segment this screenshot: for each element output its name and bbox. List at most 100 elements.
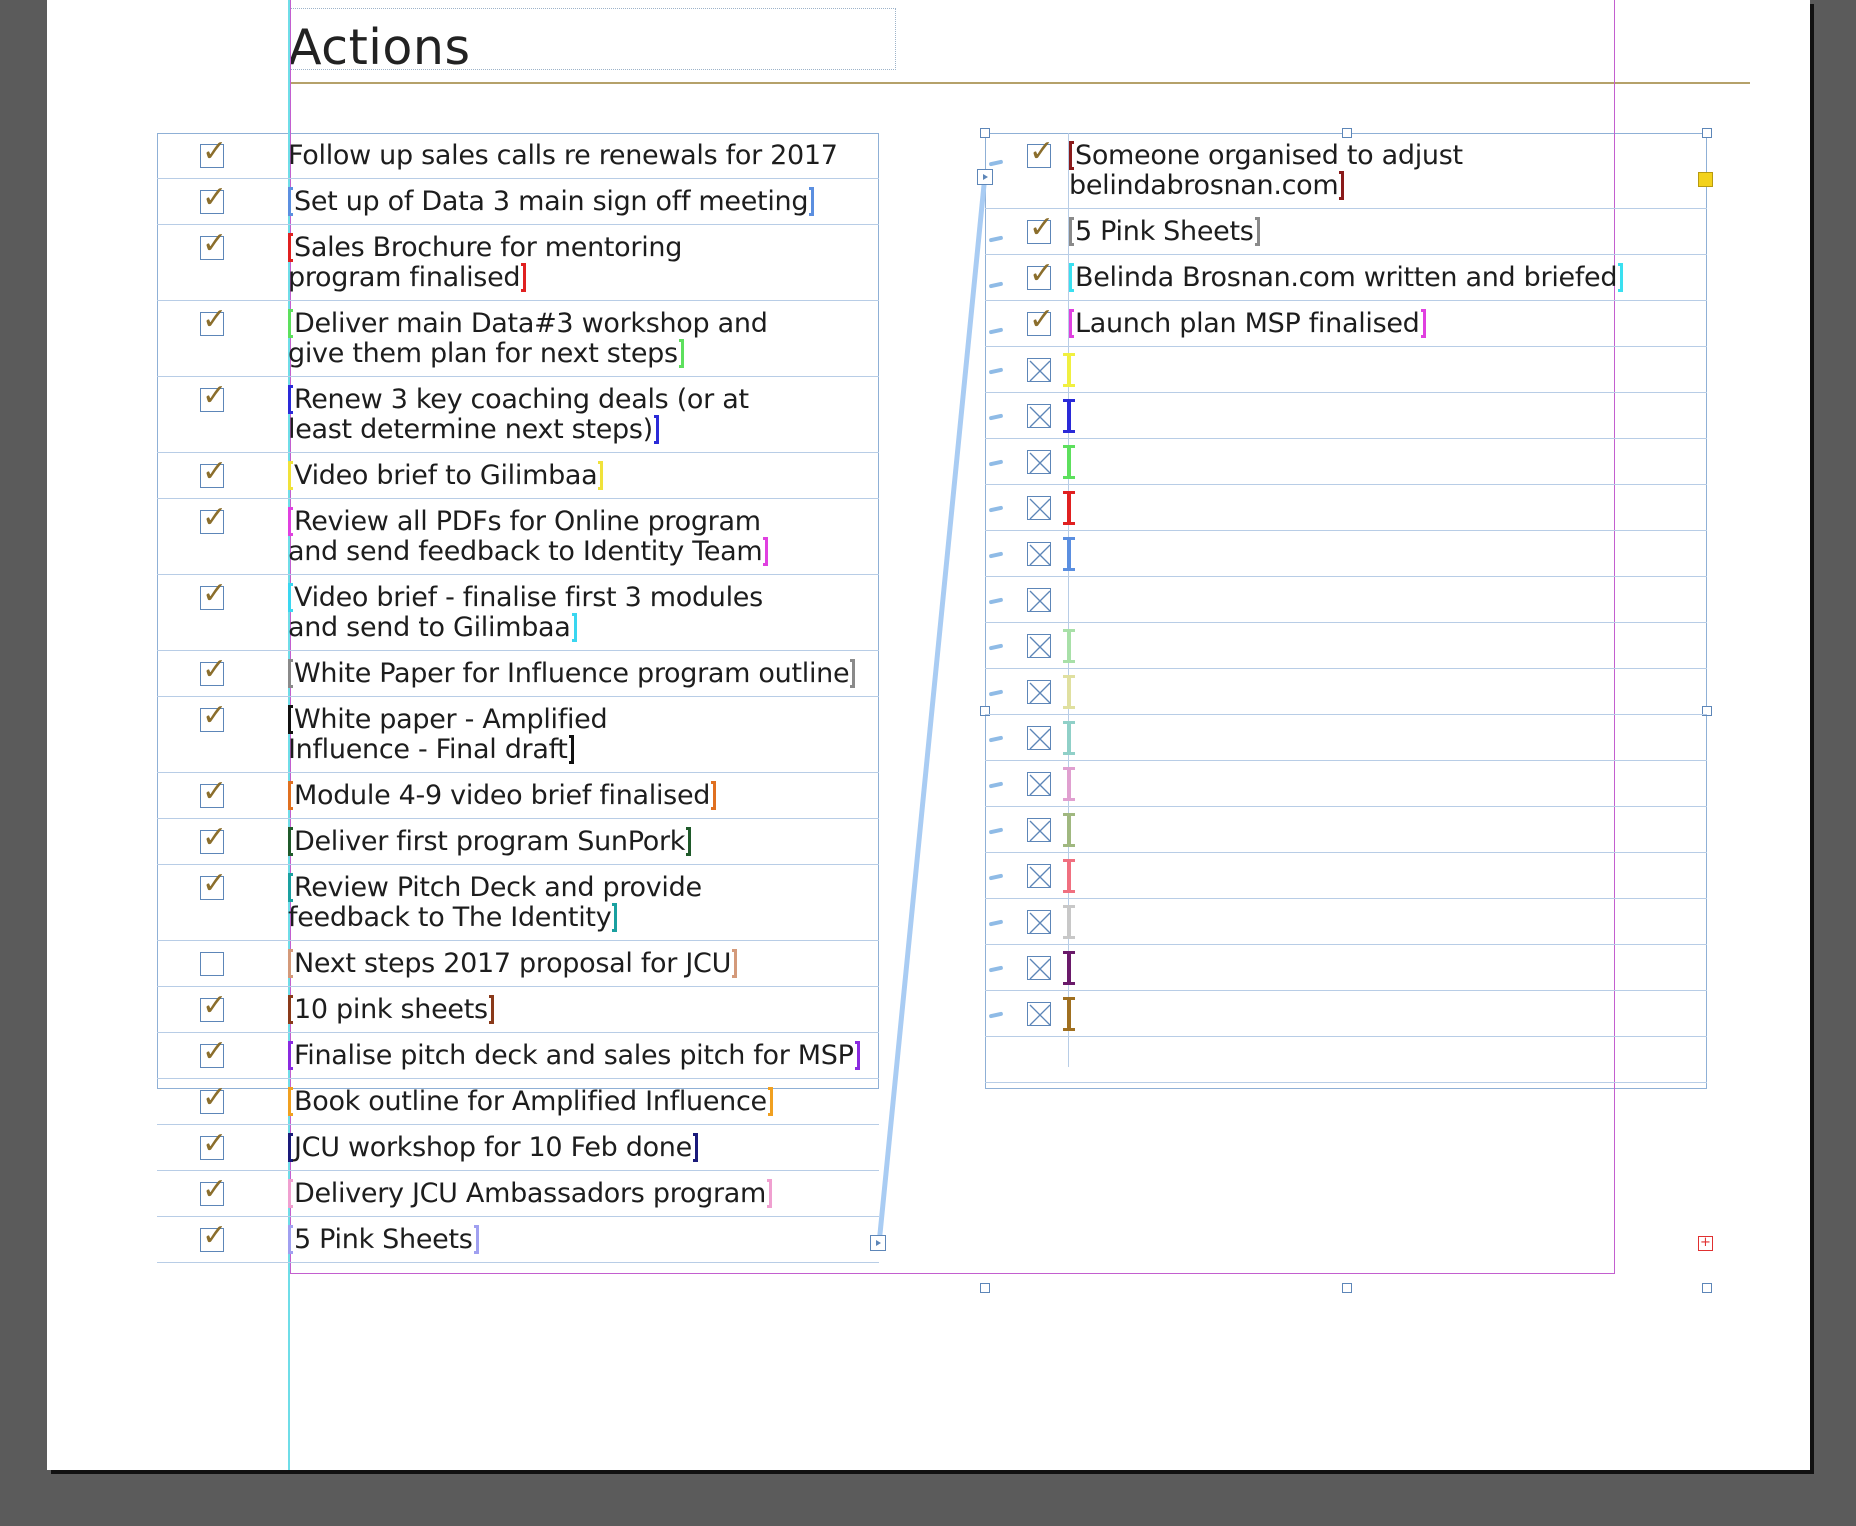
empty-placeholder-checkbox[interactable]: [1027, 726, 1051, 750]
checked-checkbox[interactable]: ✓: [1027, 257, 1054, 291]
checked-checkbox[interactable]: ✓: [200, 1173, 227, 1207]
checkmark-icon: ✓: [1029, 256, 1055, 291]
empty-placeholder-checkbox[interactable]: [1027, 496, 1051, 520]
checkmark-icon: ✓: [1029, 302, 1055, 337]
bracket-close: [678, 339, 684, 368]
frame-handle-bottom-center[interactable]: [1342, 1283, 1352, 1293]
empty-placeholder-checkbox[interactable]: [1027, 910, 1051, 934]
in-port-right-frame[interactable]: [977, 169, 993, 185]
out-port-left-frame[interactable]: [870, 1235, 886, 1251]
unchecked-checkbox[interactable]: [200, 952, 224, 976]
checked-checkbox[interactable]: ✓: [1027, 211, 1054, 245]
checklist-item-text[interactable]: Launch plan MSP finalised: [1069, 309, 1426, 339]
checked-checkbox[interactable]: ✓: [200, 135, 227, 169]
row-divider: [157, 376, 879, 377]
empty-placeholder-checkbox[interactable]: [1027, 588, 1051, 612]
frame-handle-top-center[interactable]: [1342, 128, 1352, 138]
row-divider: [157, 1124, 879, 1125]
frame-handle-bottom-right[interactable]: [1702, 1283, 1712, 1293]
checkmark-icon: ✓: [202, 576, 228, 611]
empty-placeholder-checkbox[interactable]: [1027, 450, 1051, 474]
checklist-item-text[interactable]: Someone organised to adjust belindabrosn…: [1069, 141, 1463, 201]
cross-icon: [1029, 452, 1051, 474]
checked-checkbox[interactable]: ✓: [200, 699, 227, 733]
checked-checkbox[interactable]: ✓: [200, 181, 227, 215]
checklist-item-text[interactable]: Set up of Data 3 main sign off meeting: [288, 187, 815, 217]
checklist-item-text[interactable]: Deliver first program SunPork: [288, 827, 692, 857]
checklist-item-text[interactable]: 5 Pink Sheets: [288, 1225, 479, 1255]
frame-handle-top-right[interactable]: [1702, 128, 1712, 138]
checked-checkbox[interactable]: ✓: [200, 1127, 227, 1161]
checklist-item-text[interactable]: Video brief - finalise first 3 modules a…: [288, 583, 763, 643]
empty-placeholder-checkbox[interactable]: [1027, 818, 1051, 842]
checked-checkbox[interactable]: ✓: [200, 653, 227, 687]
checked-checkbox[interactable]: ✓: [1027, 303, 1054, 337]
checklist-item-text[interactable]: 10 pink sheets: [288, 995, 494, 1025]
item-label: 5 Pink Sheets: [294, 1224, 473, 1255]
checked-checkbox[interactable]: ✓: [200, 303, 227, 337]
checkmark-icon: ✓: [202, 774, 228, 809]
checklist-item-text[interactable]: Video brief to Gilimbaa: [288, 461, 604, 491]
empty-placeholder-checkbox[interactable]: [1027, 542, 1051, 566]
checked-checkbox[interactable]: ✓: [200, 1035, 227, 1069]
empty-placeholder-checkbox[interactable]: [1027, 1002, 1051, 1026]
checklist-item-text[interactable]: Sales Brochure for mentoring program fin…: [288, 233, 682, 293]
checklist-item-text[interactable]: JCU workshop for 10 Feb done: [288, 1133, 698, 1163]
checklist-item-text[interactable]: Follow up sales calls re renewals for 20…: [288, 141, 838, 171]
item-label: Follow up sales calls re renewals for 20…: [288, 140, 838, 171]
checklist-item-text[interactable]: Book outline for Amplified Influence: [288, 1087, 773, 1117]
frame-handle-bottom-left[interactable]: [980, 1283, 990, 1293]
item-label: Module 4-9 video brief finalised: [294, 780, 711, 811]
bracket-open: [288, 385, 293, 414]
bracket-open: [1069, 263, 1074, 292]
content-grabber-icon[interactable]: [1698, 172, 1713, 187]
checklist-item-text[interactable]: Review all PDFs for Online program and s…: [288, 507, 769, 567]
checked-checkbox[interactable]: ✓: [200, 577, 227, 611]
checklist-item-text[interactable]: Finalise pitch deck and sales pitch for …: [288, 1041, 860, 1071]
row-divider: [985, 346, 1707, 347]
empty-placeholder-checkbox[interactable]: [1027, 864, 1051, 888]
checked-checkbox[interactable]: ✓: [200, 867, 227, 901]
empty-placeholder-checkbox[interactable]: [1027, 358, 1051, 382]
empty-placeholder-checkbox[interactable]: [1027, 680, 1051, 704]
item-label: Delivery JCU Ambassadors program: [294, 1178, 767, 1209]
checked-checkbox[interactable]: ✓: [200, 1081, 227, 1115]
checked-checkbox[interactable]: ✓: [200, 379, 227, 413]
frame-handle-top-left[interactable]: [980, 128, 990, 138]
item-label: JCU workshop for 10 Feb done: [294, 1132, 692, 1163]
checked-checkbox[interactable]: ✓: [200, 1219, 227, 1253]
checklist-item-text[interactable]: Renew 3 key coaching deals (or at least …: [288, 385, 749, 445]
checklist-item-text[interactable]: White paper - Amplified Influence - Fina…: [288, 705, 608, 765]
row-divider: [157, 1170, 879, 1171]
checkmark-icon: ✓: [202, 988, 228, 1023]
text-cursor-marker-icon: [1063, 905, 1075, 939]
checked-checkbox[interactable]: ✓: [200, 227, 227, 261]
empty-placeholder-checkbox[interactable]: [1027, 634, 1051, 658]
checklist-item-text[interactable]: Next steps 2017 proposal for JCU: [288, 949, 738, 979]
bracket-open: [288, 1041, 293, 1070]
checklist-item-text[interactable]: Delivery JCU Ambassadors program: [288, 1178, 773, 1209]
checklist-item-text[interactable]: Review Pitch Deck and provide feedback t…: [288, 873, 702, 933]
row-divider: [985, 392, 1707, 393]
checklist-item-text[interactable]: Deliver main Data#3 workshop and give th…: [288, 309, 768, 369]
checklist-item-text[interactable]: Module 4-9 video brief finalised: [288, 780, 717, 811]
checked-checkbox[interactable]: ✓: [1027, 135, 1054, 169]
empty-placeholder-checkbox[interactable]: [1027, 404, 1051, 428]
bracket-open: [288, 187, 293, 216]
bracket-close: [809, 187, 815, 216]
overset-text-icon[interactable]: +: [1698, 1236, 1713, 1251]
empty-placeholder-checkbox[interactable]: [1027, 772, 1051, 796]
checklist-item-text[interactable]: Belinda Brosnan.com written and briefed: [1069, 263, 1624, 293]
bracket-close: [767, 1087, 773, 1116]
checked-checkbox[interactable]: ✓: [200, 821, 227, 855]
checked-checkbox[interactable]: ✓: [200, 775, 227, 809]
bracket-open: [288, 1133, 293, 1162]
checked-checkbox[interactable]: ✓: [200, 455, 227, 489]
checked-checkbox[interactable]: ✓: [200, 501, 227, 535]
checklist-item-text[interactable]: 5 Pink Sheets: [1069, 217, 1260, 247]
checklist-item-text[interactable]: White Paper for Influence program outlin…: [288, 659, 856, 689]
row-divider: [157, 178, 879, 179]
empty-placeholder-checkbox[interactable]: [1027, 956, 1051, 980]
checked-checkbox[interactable]: ✓: [200, 989, 227, 1023]
bracket-close: [473, 1225, 479, 1254]
